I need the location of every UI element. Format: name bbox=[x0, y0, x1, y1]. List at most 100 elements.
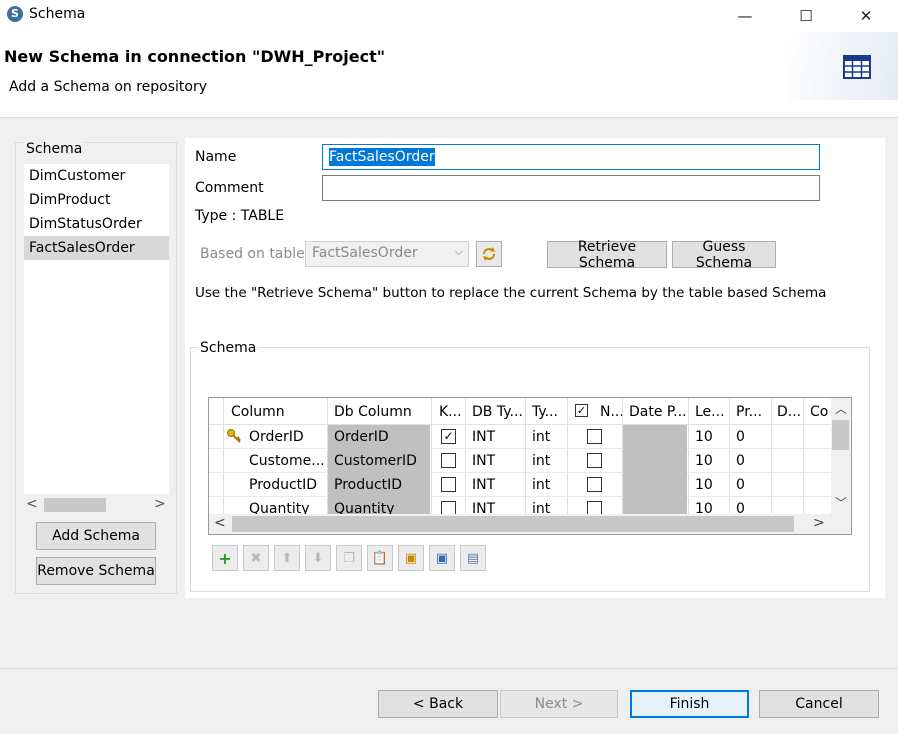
scrollbar-thumb[interactable] bbox=[44, 498, 106, 512]
import-icon[interactable]: ▣ bbox=[398, 545, 424, 571]
minimize-icon: — bbox=[737, 7, 753, 25]
key-checkbox[interactable] bbox=[441, 501, 456, 514]
type-cell[interactable]: int bbox=[532, 425, 564, 449]
db-column-cell[interactable]: ProductID bbox=[328, 473, 430, 497]
nullable-checkbox[interactable] bbox=[587, 453, 602, 468]
back-button[interactable]: < Back bbox=[378, 690, 498, 718]
next-button[interactable]: Next > bbox=[500, 690, 618, 718]
column-header[interactable]: Ty... bbox=[532, 400, 564, 424]
add-icon[interactable]: + bbox=[212, 545, 238, 571]
column-name-cell[interactable]: Custome... bbox=[249, 449, 325, 473]
scroll-up-icon[interactable]: ︿ bbox=[835, 400, 847, 417]
move-up-icon[interactable]: ⬆ bbox=[274, 545, 300, 571]
scroll-down-icon[interactable]: ﹀ bbox=[835, 494, 847, 511]
select-all-nullable-checkbox[interactable]: ✓ bbox=[575, 404, 588, 417]
column-header[interactable]: D... bbox=[777, 400, 801, 424]
comment-input[interactable] bbox=[322, 175, 820, 201]
date-pattern-cell bbox=[623, 425, 687, 449]
maximize-icon: ☐ bbox=[799, 7, 813, 25]
remove-schema-button[interactable]: Remove Schema bbox=[36, 557, 156, 585]
column-header[interactable]: Db Column bbox=[334, 400, 429, 424]
paste-icon[interactable]: 📋 bbox=[367, 545, 393, 571]
add-schema-button[interactable]: Add Schema bbox=[36, 522, 156, 550]
precision-cell[interactable]: 0 bbox=[736, 425, 766, 449]
column-name-cell[interactable]: Quantity bbox=[249, 497, 325, 514]
reset-icon[interactable]: ▤ bbox=[460, 545, 486, 571]
scroll-left-icon[interactable]: < bbox=[214, 515, 226, 531]
list-item[interactable]: DimProduct bbox=[24, 188, 169, 212]
copy-icon[interactable]: ❐ bbox=[336, 545, 362, 571]
remove-icon[interactable]: ✖ bbox=[243, 545, 269, 571]
page-subtitle: Add a Schema on repository bbox=[9, 79, 208, 95]
name-input[interactable]: FactSalesOrder bbox=[322, 144, 820, 170]
scrollbar-thumb[interactable] bbox=[832, 420, 849, 450]
scroll-left-icon[interactable]: < bbox=[26, 496, 38, 512]
db-type-cell[interactable]: INT bbox=[472, 473, 522, 497]
scrollbar-thumb[interactable] bbox=[232, 516, 794, 532]
retrieve-schema-button[interactable]: Retrieve Schema bbox=[547, 239, 667, 271]
window-title: Schema bbox=[29, 6, 86, 22]
db-type-cell[interactable]: INT bbox=[472, 497, 522, 514]
scroll-right-icon[interactable]: > bbox=[813, 515, 825, 531]
nullable-checkbox[interactable] bbox=[587, 501, 602, 514]
column-header[interactable]: Co bbox=[810, 400, 830, 424]
name-input-value: FactSalesOrder bbox=[329, 148, 435, 166]
length-cell[interactable]: 10 bbox=[695, 425, 725, 449]
db-column-cell[interactable]: CustomerID bbox=[328, 449, 430, 473]
precision-cell[interactable]: 0 bbox=[736, 449, 766, 473]
refresh-button[interactable] bbox=[476, 241, 502, 267]
db-type-cell[interactable]: INT bbox=[472, 449, 522, 473]
schema-group-title: Schema bbox=[198, 340, 259, 356]
column-name-cell[interactable]: OrderID bbox=[249, 425, 325, 449]
based-on-label: Based on table bbox=[200, 246, 305, 262]
type-cell[interactable]: int bbox=[532, 497, 564, 514]
export-icon[interactable]: ▣ bbox=[429, 545, 455, 571]
key-checkbox[interactable] bbox=[441, 477, 456, 492]
guess-schema-button[interactable]: Guess Schema bbox=[672, 239, 776, 271]
column-header[interactable]: Date P... bbox=[629, 400, 687, 424]
page-title: New Schema in connection "DWH_Project" bbox=[4, 47, 386, 66]
column-header[interactable]: K... bbox=[439, 400, 464, 424]
cancel-button[interactable]: Cancel bbox=[759, 690, 879, 718]
length-cell[interactable]: 10 bbox=[695, 449, 725, 473]
key-checkbox[interactable] bbox=[441, 453, 456, 468]
nullable-checkbox[interactable] bbox=[587, 477, 602, 492]
schema-list-title: Schema bbox=[24, 141, 85, 157]
refresh-icon bbox=[483, 247, 495, 261]
key-icon bbox=[227, 429, 241, 443]
column-header[interactable]: Le... bbox=[695, 400, 725, 424]
db-column-cell[interactable]: OrderID bbox=[328, 425, 430, 449]
column-header[interactable]: Pr... bbox=[736, 400, 764, 424]
column-name-cell[interactable]: ProductID bbox=[249, 473, 325, 497]
list-item[interactable]: DimStatusOrder bbox=[24, 212, 169, 236]
db-column-cell[interactable]: Quantity bbox=[328, 497, 430, 514]
list-item[interactable]: DimCustomer bbox=[24, 164, 169, 188]
maximize-button[interactable]: ☐ bbox=[783, 0, 829, 32]
close-button[interactable]: ✕ bbox=[843, 0, 889, 32]
retrieve-hint: Use the "Retrieve Schema" button to repl… bbox=[195, 285, 827, 301]
column-header[interactable]: Column bbox=[231, 400, 321, 424]
db-type-cell[interactable]: INT bbox=[472, 425, 522, 449]
precision-cell[interactable]: 0 bbox=[736, 497, 766, 514]
column-header[interactable]: N... bbox=[600, 400, 622, 424]
key-checkbox[interactable]: ✓ bbox=[441, 429, 456, 444]
based-on-select[interactable]: FactSalesOrder ⌵ bbox=[305, 241, 469, 267]
move-down-icon[interactable]: ⬇ bbox=[305, 545, 331, 571]
precision-cell[interactable]: 0 bbox=[736, 473, 766, 497]
table-row[interactable]: Quantity Quantity INT int 10 0 bbox=[209, 497, 831, 514]
scroll-right-icon[interactable]: > bbox=[154, 496, 166, 512]
length-cell[interactable]: 10 bbox=[695, 473, 725, 497]
column-header[interactable]: DB Ty... bbox=[472, 400, 524, 424]
finish-button[interactable]: Finish bbox=[630, 690, 749, 718]
table-icon bbox=[843, 55, 871, 79]
talend-icon: S bbox=[7, 6, 23, 22]
length-cell[interactable]: 10 bbox=[695, 497, 725, 514]
type-cell[interactable]: int bbox=[532, 449, 564, 473]
list-item[interactable]: FactSalesOrder bbox=[24, 236, 169, 260]
minimize-button[interactable]: — bbox=[722, 0, 768, 32]
type-cell[interactable]: int bbox=[532, 473, 564, 497]
nullable-checkbox[interactable] bbox=[587, 429, 602, 444]
type-label: Type : TABLE bbox=[195, 208, 285, 224]
name-label: Name bbox=[195, 149, 237, 165]
wizard-header: New Schema in connection "DWH_Project" A… bbox=[0, 32, 898, 118]
